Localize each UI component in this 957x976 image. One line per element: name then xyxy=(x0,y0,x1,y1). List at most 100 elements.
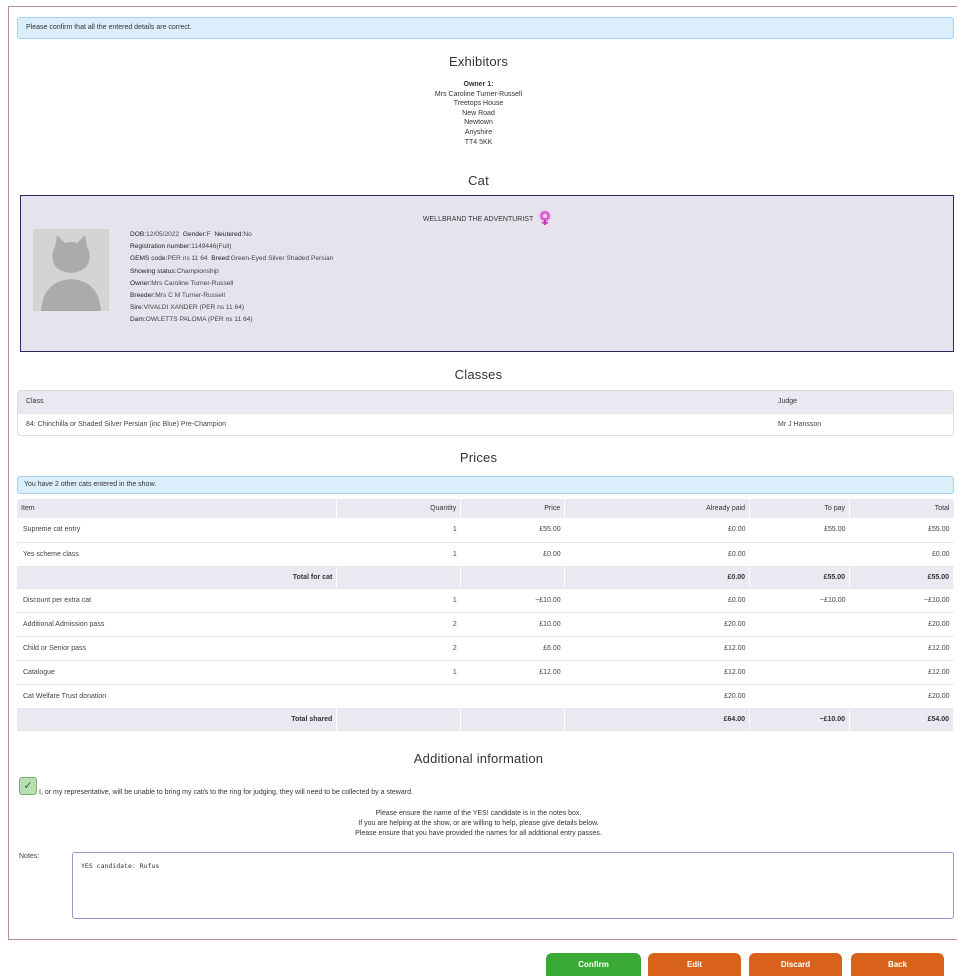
registration-value: 1149446(Full) xyxy=(191,243,232,251)
item-cell: Cat Welfare Trust donation xyxy=(17,684,337,709)
table-row: 84: Chinchilla or Shaded Silver Persian … xyxy=(18,412,953,435)
item-cell: Discount per extra cat xyxy=(17,588,337,613)
quantity-cell: 2 xyxy=(336,636,461,661)
classes-heading: Classes xyxy=(454,367,503,382)
to-pay-cell xyxy=(749,684,850,709)
owner-line: Mrs Caroline Turner-Russell xyxy=(434,90,523,98)
neutered-value: No xyxy=(243,231,252,238)
already-paid-cell: £0.00 xyxy=(564,518,750,543)
sire-label: Sire: xyxy=(130,304,144,312)
info-lines: Please ensure the name of the YES! candi… xyxy=(0,809,957,839)
owner-line: TT4 5KK xyxy=(464,138,493,146)
total-cell: £55.00 xyxy=(849,566,954,589)
dam-value: OWLETTS PALOMA (PER ns 11 64) xyxy=(145,316,253,324)
total-cell: −£10.00 xyxy=(849,588,954,613)
notes-label: Notes: xyxy=(19,853,40,860)
cat-name: WELLBRAND THE ADVENTURIST xyxy=(422,215,534,223)
quantity-cell xyxy=(336,708,462,731)
discard-button[interactable]: Discard xyxy=(749,953,842,976)
cat-heading: Cat xyxy=(468,173,489,188)
table-row: Catalogue 1 £12.00 £12.00 £12.00 xyxy=(17,660,954,685)
already-paid-cell: £20.00 xyxy=(564,612,750,637)
registration-label: Registration number: xyxy=(130,243,192,251)
info-line: Please ensure the name of the YES! candi… xyxy=(375,810,582,817)
owner-detail-value: Mrs Caroline Turner-Russell xyxy=(151,279,234,287)
total-label-cell: Total for cat xyxy=(17,566,338,589)
already-paid-col-header: Already paid xyxy=(564,499,751,518)
notes-textarea[interactable]: YES candidate: Rufus xyxy=(72,852,954,919)
breeder-label: Breeder: xyxy=(130,292,156,300)
quantity-cell: 2 xyxy=(336,612,461,637)
steward-collect-checkbox[interactable]: ✓ xyxy=(19,777,37,795)
class-cell: 84: Chinchilla or Shaded Silver Persian … xyxy=(18,412,770,435)
item-col-header: Item xyxy=(17,499,338,518)
quantity-cell: 1 xyxy=(336,660,461,685)
table-row: Discount per extra cat 1 −£10.00 £0.00 −… xyxy=(17,588,954,613)
already-paid-cell: £12.00 xyxy=(564,660,750,685)
total-cell: £12.00 xyxy=(849,636,954,661)
cat-card: WELLBRAND THE ADVENTURIST DOB:12/05/2022… xyxy=(20,195,954,352)
already-paid-cell: £0.00 xyxy=(564,542,750,567)
gems-label: GEMS code: xyxy=(130,255,168,263)
to-pay-cell: −£10.00 xyxy=(749,708,850,731)
table-row: Child or Senior pass 2 £6.00 £12.00 £12.… xyxy=(17,636,954,661)
item-cell: Yes scheme class xyxy=(17,542,337,567)
back-button[interactable]: Back xyxy=(851,953,944,976)
to-pay-cell xyxy=(749,660,850,685)
info-line: Please ensure that you have provided the… xyxy=(355,830,602,837)
quantity-cell: 1 xyxy=(336,588,461,613)
price-cell: −£10.00 xyxy=(460,588,565,613)
judge-cell: Mr J Hansson xyxy=(770,412,953,435)
dam-label: Dam: xyxy=(130,316,146,324)
classes-table-card: Class Judge 84: Chinchilla or Shaded Sil… xyxy=(17,390,954,436)
to-pay-cell: −£10.00 xyxy=(749,588,850,613)
classes-table: Class Judge 84: Chinchilla or Shaded Sil… xyxy=(18,391,953,435)
price-col-header: Price xyxy=(460,499,566,518)
additional-info-heading: Additional information xyxy=(413,751,544,766)
owner-line: Anyshire xyxy=(464,128,493,136)
owner-address: Owner 1: Mrs Caroline Turner-Russell Tre… xyxy=(0,80,957,147)
quantity-cell: 1 xyxy=(336,542,461,567)
gems-value: PER ns 11 64 xyxy=(167,255,208,263)
confirm-alert: Please confirm that all the entered deta… xyxy=(17,17,954,39)
gender-label: Gender: xyxy=(182,231,207,238)
total-col-header: Total xyxy=(849,499,954,518)
status-value: Championship xyxy=(176,267,219,275)
confirm-button[interactable]: Confirm xyxy=(546,953,641,976)
info-line: If you are helping at the show, or are w… xyxy=(358,820,599,827)
cat-name-row: WELLBRAND THE ADVENTURIST xyxy=(21,210,953,228)
exhibitors-heading: Exhibitors xyxy=(448,54,509,69)
item-cell: Catalogue xyxy=(17,660,337,685)
total-cell: £20.00 xyxy=(849,684,954,709)
price-cell: £0.00 xyxy=(460,542,565,567)
price-cell xyxy=(460,684,565,709)
to-pay-cell xyxy=(749,636,850,661)
table-row: Cat Welfare Trust donation £20.00 £20.00 xyxy=(17,684,954,709)
total-cell: £12.00 xyxy=(849,660,954,685)
to-pay-col-header: To pay xyxy=(749,499,850,518)
edit-button[interactable]: Edit xyxy=(648,953,741,976)
shared-total-row: Total shared £64.00 −£10.00 £54.00 xyxy=(17,708,954,731)
cat-details: DOB:12/05/2022 Gender:F Neutered:No Regi… xyxy=(130,229,333,327)
prices-table-card: Item Quantity Price Already paid To pay … xyxy=(17,499,954,737)
to-pay-cell xyxy=(749,542,850,567)
price-cell xyxy=(460,566,566,589)
female-icon xyxy=(539,210,551,228)
check-icon: ✓ xyxy=(23,780,33,792)
price-cell xyxy=(460,708,566,731)
judge-col-header: Judge xyxy=(770,391,953,413)
price-cell: £55.00 xyxy=(460,518,565,543)
already-paid-cell: £0.00 xyxy=(564,566,751,589)
sire-value: VIVALDI XANDER (PER ns 11 64) xyxy=(143,304,245,312)
item-cell: Additional Admission pass xyxy=(17,612,337,637)
already-paid-cell: £20.00 xyxy=(564,684,750,709)
owner-label: Owner 1: xyxy=(463,81,494,88)
item-cell: Supreme cat entry xyxy=(17,518,337,543)
neutered-label: Neutered: xyxy=(214,231,244,238)
total-cell: £0.00 xyxy=(849,542,954,567)
other-cats-note: You have 2 other cats entered in the sho… xyxy=(17,476,954,494)
quantity-cell xyxy=(336,566,462,589)
item-cell: Child or Senior pass xyxy=(17,636,337,661)
breed-label: Breed: xyxy=(211,255,231,263)
breed-value: Green-Eyed Silver Shaded Persian xyxy=(230,255,334,263)
